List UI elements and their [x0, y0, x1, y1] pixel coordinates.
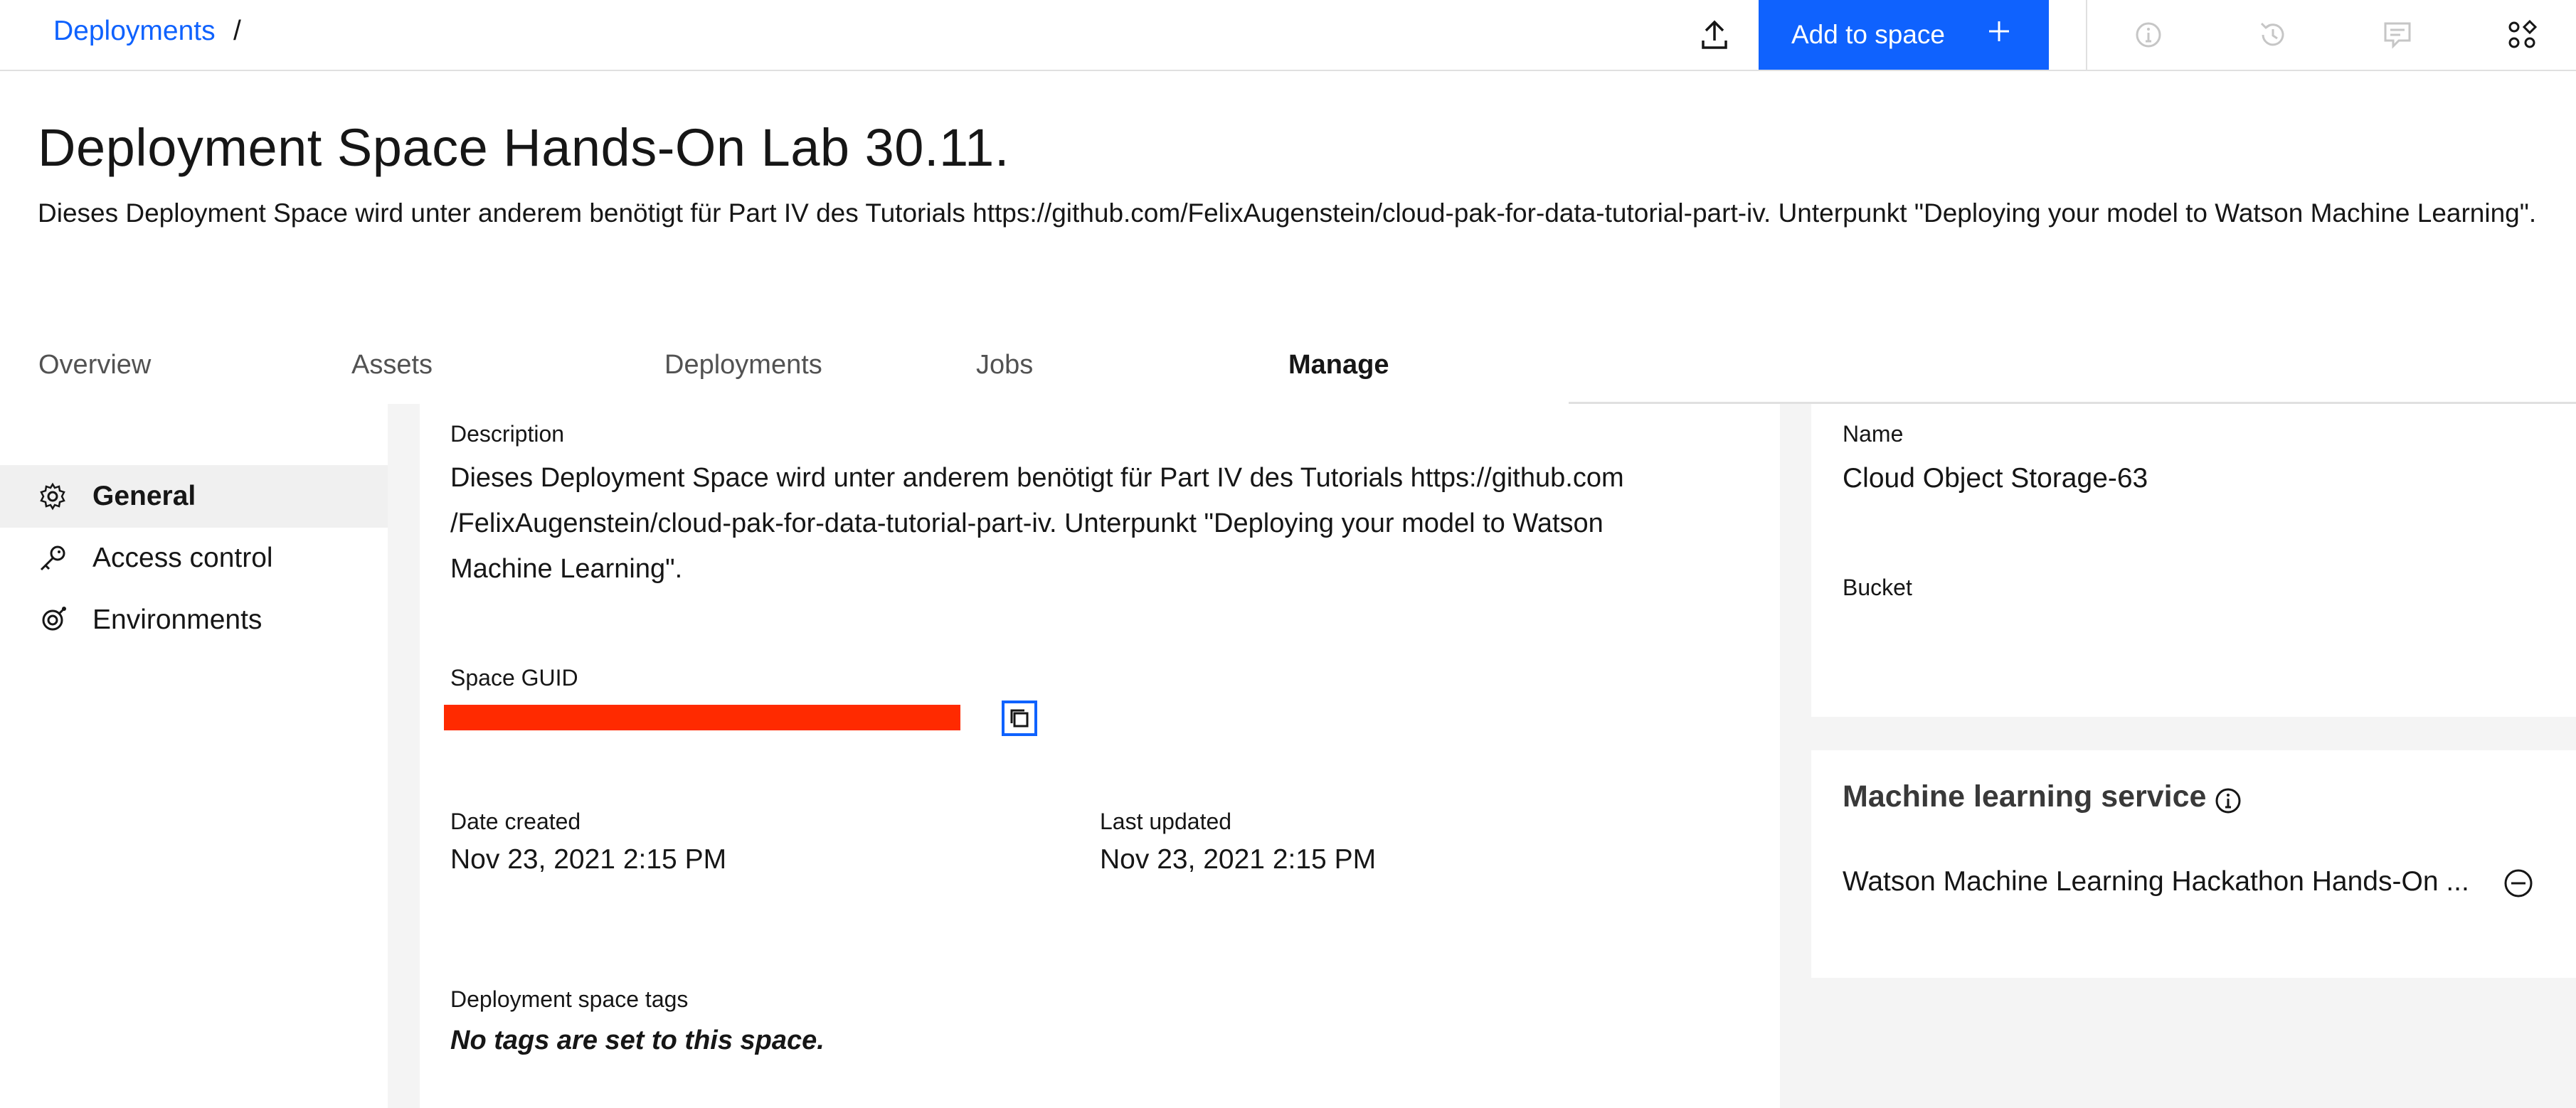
copy-guid-button[interactable] [1002, 701, 1037, 736]
tab-deployments-label: Deployments [664, 350, 822, 380]
copy-icon [1010, 709, 1029, 728]
last-updated-value: Nov 23, 2021 2:15 PM [1100, 844, 1377, 875]
sidebar-item-label: Environments [92, 604, 263, 635]
sidebar-item-general[interactable]: General [0, 465, 388, 528]
key-icon [37, 543, 68, 574]
info-icon [2136, 22, 2161, 48]
history-button[interactable] [2234, 0, 2312, 70]
top-header [0, 0, 2576, 71]
info-icon[interactable] [2214, 787, 2242, 815]
sidebar-item-label: General [92, 481, 196, 511]
add-icon [1989, 21, 2009, 41]
header-divider [2086, 0, 2087, 70]
breadcrumb-deployments[interactable]: Deployments [53, 16, 216, 47]
page-description: Dieses Deployment Space wird unter ander… [38, 198, 2537, 228]
space-guid-label: Space GUID [450, 665, 578, 691]
last-updated-label: Last updated [1100, 809, 1232, 834]
tab-overview[interactable]: Overview [7, 341, 317, 407]
ml-service-title: Machine learning service [1843, 779, 2207, 814]
apps-button[interactable] [2483, 0, 2561, 70]
upload-icon [1702, 20, 1727, 49]
upload-button[interactable] [1679, 0, 1750, 70]
space-description: Dieses Deployment Space wird unter ander… [450, 463, 1624, 584]
storage-name-label: Name [1843, 421, 1904, 447]
sidebar-item-access-control[interactable]: Access control [0, 527, 388, 590]
tab-assets[interactable]: Assets [320, 341, 630, 407]
ml-service-instance: Watson Machine Learning Hackathon Hands-… [1843, 866, 2469, 897]
comments-button[interactable] [2358, 0, 2437, 70]
bucket-label: Bucket [1843, 575, 1912, 600]
tab-jobs[interactable]: Jobs [945, 341, 1254, 407]
tab-deployments[interactable]: Deployments [633, 341, 943, 407]
history-icon [2260, 22, 2284, 46]
add-to-space-button[interactable]: Add to space [1759, 0, 2049, 70]
tab-overview-label: Overview [38, 350, 152, 380]
tags-label: Deployment space tags [450, 986, 689, 1012]
storage-panel [1811, 404, 2576, 717]
space-guid-value [444, 705, 960, 730]
tab-manage[interactable]: Manage [1257, 341, 1567, 407]
add-to-space-label: Add to space [1791, 20, 1945, 49]
environment-icon [37, 604, 68, 636]
tags-empty-message: No tags are set to this space. [450, 1026, 825, 1055]
tab-assets-label: Assets [351, 350, 433, 380]
description-label: Description [450, 421, 565, 447]
breadcrumb-separator: / [233, 16, 241, 46]
info-button[interactable] [2109, 0, 2188, 70]
tab-manage-label: Manage [1288, 350, 1389, 380]
comment-icon [2384, 22, 2411, 49]
apps-icon [2508, 19, 2538, 48]
date-created-value: Nov 23, 2021 2:15 PM [450, 844, 727, 875]
page-title: Deployment Space Hands-On Lab 30.11. [38, 118, 1009, 177]
tab-jobs-label: Jobs [976, 350, 1034, 380]
sidebar-item-label: Access control [92, 543, 273, 573]
storage-name-value: Cloud Object Storage-63 [1843, 463, 2148, 494]
remove-icon[interactable] [2503, 868, 2534, 899]
date-created-label: Date created [450, 809, 581, 834]
sidebar-item-environments[interactable]: Environments [0, 589, 388, 651]
settings-icon [37, 481, 68, 512]
